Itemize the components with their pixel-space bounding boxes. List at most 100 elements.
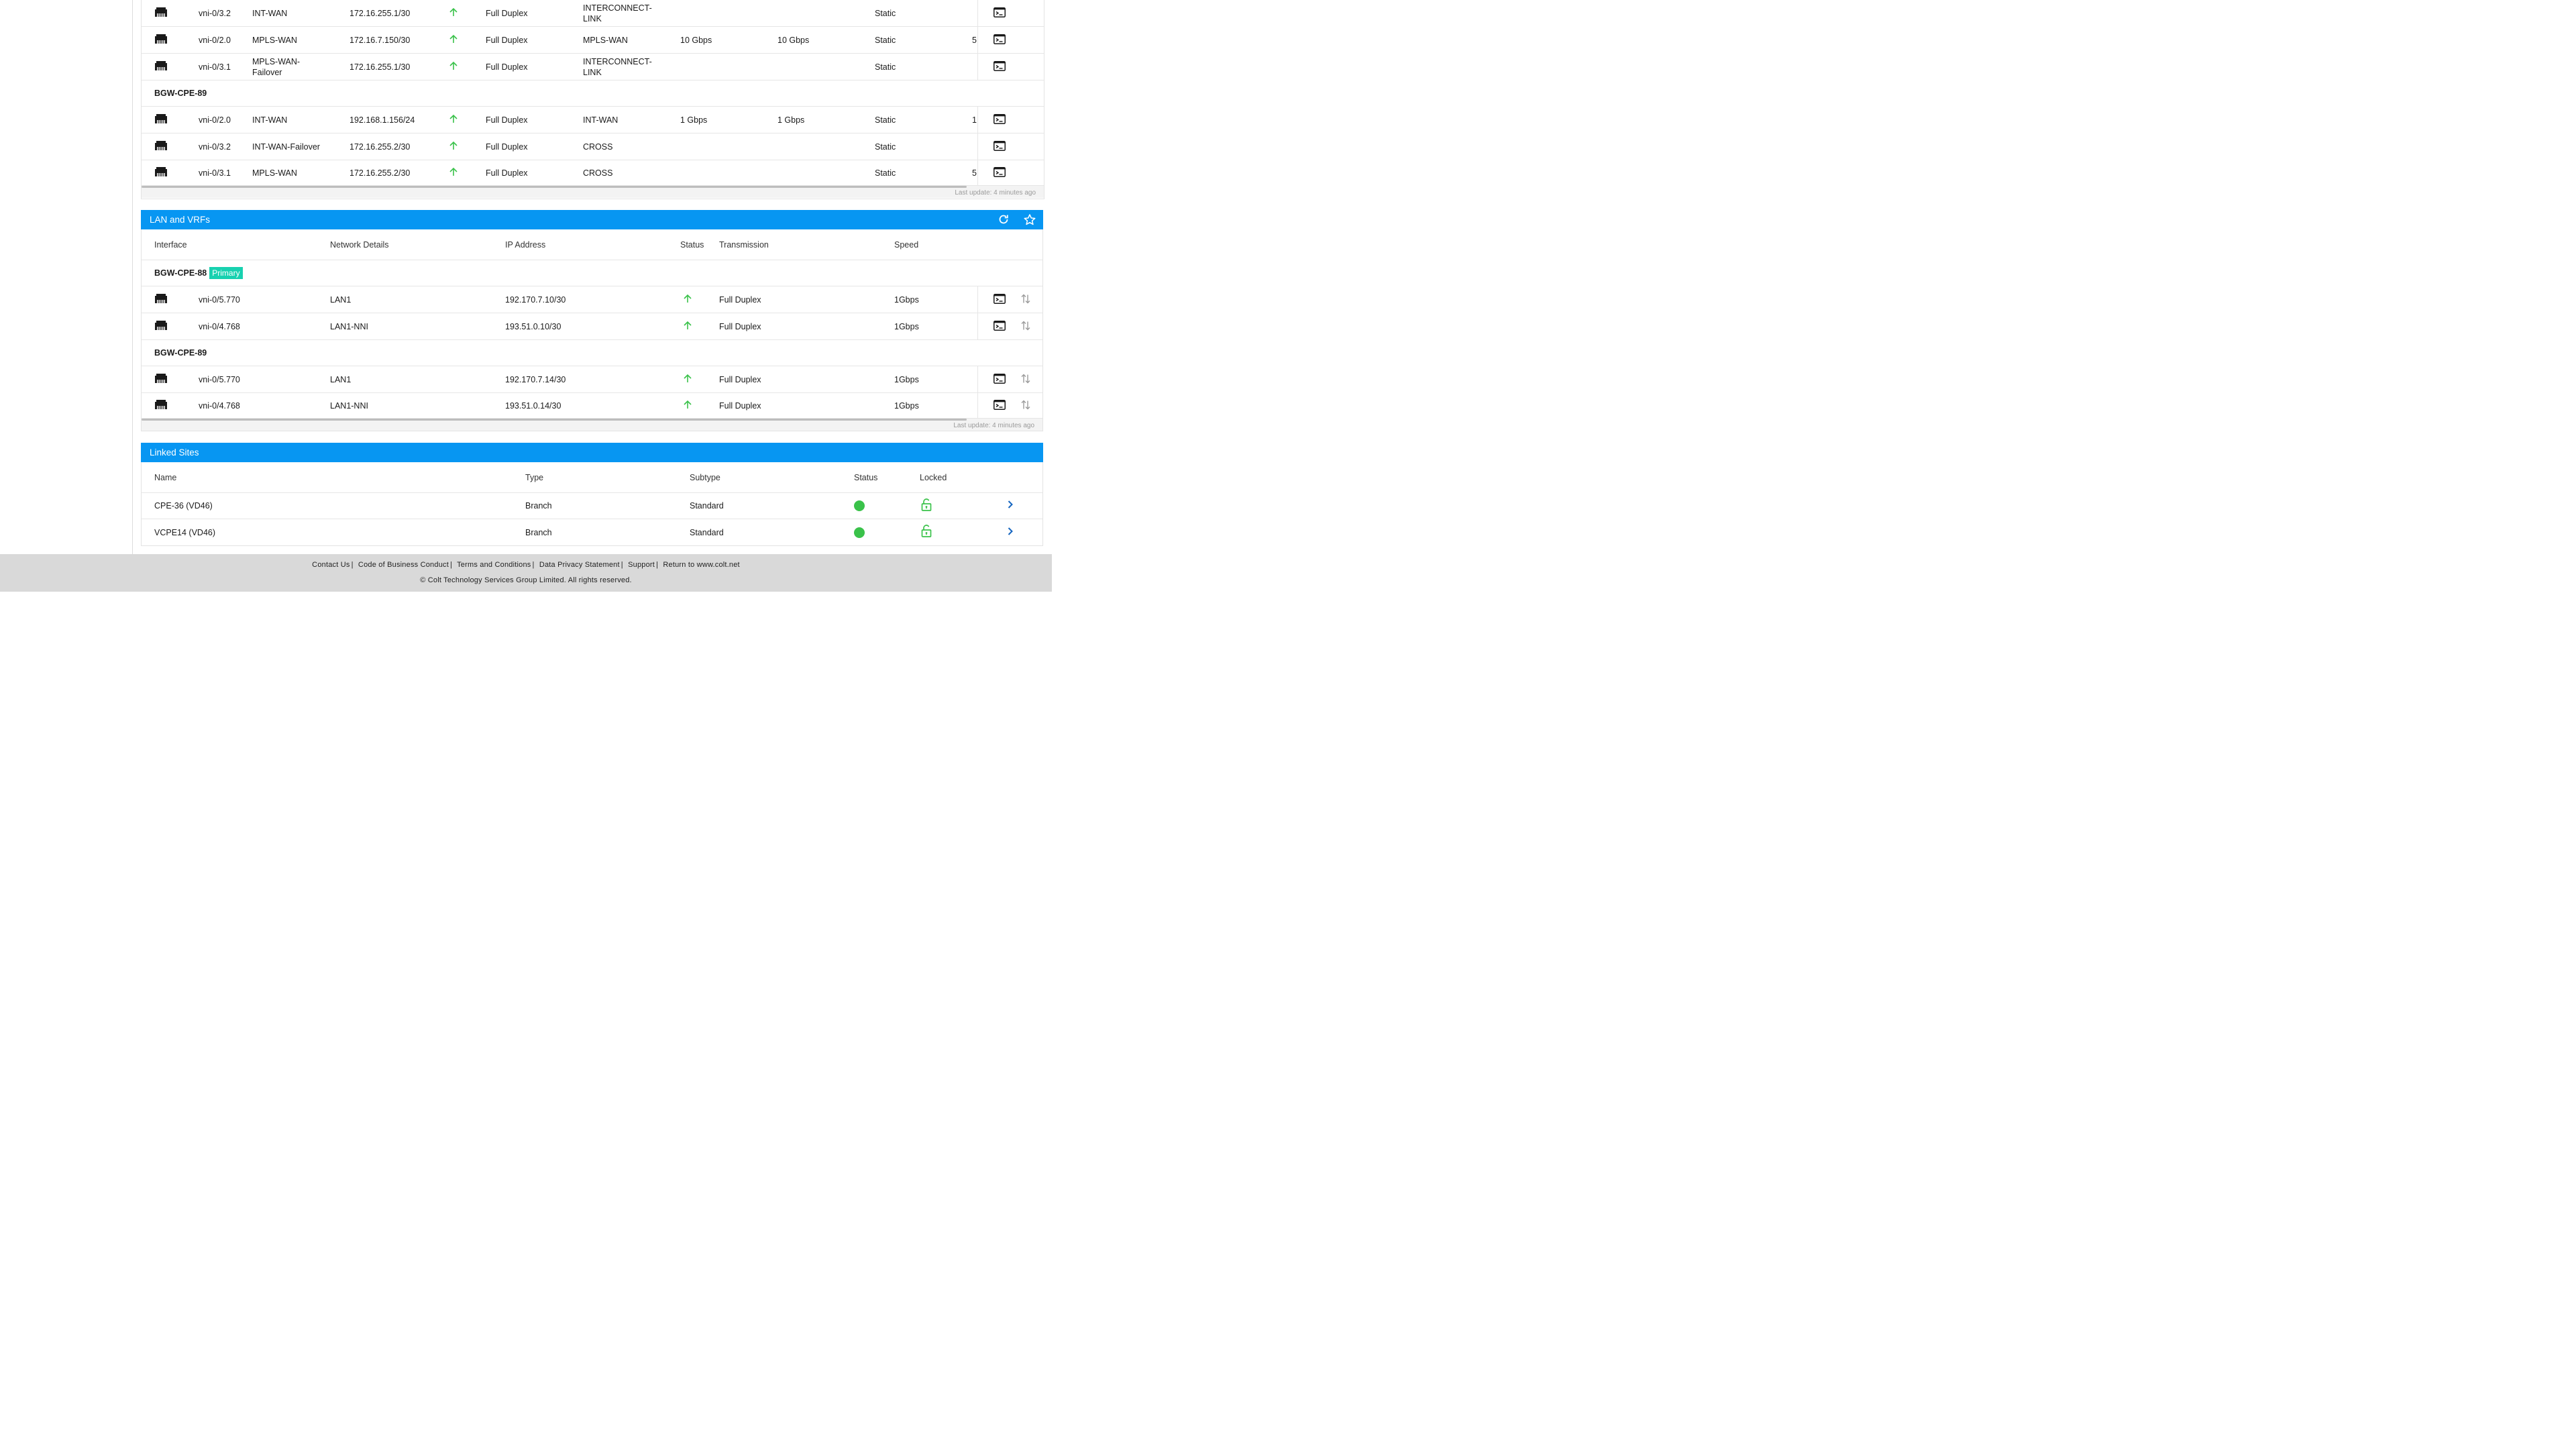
ip-cell: 192.170.7.14/30 bbox=[505, 374, 566, 384]
site-type: Branch bbox=[525, 527, 552, 537]
network-cell: MPLS-WAN bbox=[252, 168, 297, 178]
swap-arrows-icon[interactable] bbox=[1020, 399, 1031, 412]
arrow-up-icon bbox=[449, 61, 458, 73]
ip-cell: 193.51.0.14/30 bbox=[505, 400, 561, 411]
scrollbar-thumb[interactable] bbox=[142, 419, 967, 421]
column-header-speed[interactable]: Speed bbox=[894, 229, 918, 260]
site-name[interactable]: VCPE14 (VD46) bbox=[154, 519, 215, 545]
interface-cell: vni-0/3.2 bbox=[199, 8, 231, 18]
interface-cell: vni-0/2.0 bbox=[199, 35, 231, 45]
group-row: BGW-CPE-89 bbox=[142, 80, 1044, 107]
interface-cell: vni-0/4.768 bbox=[199, 400, 240, 411]
terminal-icon[interactable] bbox=[994, 113, 1006, 126]
network-cell: LAN1-NNI bbox=[330, 321, 368, 331]
group-row: BGW-CPE-89 bbox=[142, 340, 1042, 366]
horizontal-scrollbar[interactable]: Last update: 4 minutes ago bbox=[142, 185, 1044, 198]
actions-column bbox=[977, 27, 1044, 53]
panel-title: Linked Sites bbox=[150, 447, 199, 458]
linked-sites-panel: Linked Sites Name Type Subtype Status Lo… bbox=[141, 443, 1043, 546]
interface-cell: vni-0/2.0 bbox=[199, 115, 231, 125]
transmission-cell: Full Duplex bbox=[486, 62, 528, 72]
last-update: Last update: 4 minutes ago bbox=[953, 422, 1034, 429]
footer-link-contact-us[interactable]: Contact Us bbox=[312, 561, 350, 569]
network-cell: INT-WAN bbox=[252, 8, 288, 18]
footer-separator: | bbox=[351, 561, 354, 569]
terminal-icon[interactable] bbox=[994, 373, 1006, 386]
interface-cell: vni-0/3.2 bbox=[199, 142, 231, 152]
footer-copyright: © Colt Technology Services Group Limited… bbox=[420, 576, 632, 584]
swap-arrows-icon[interactable] bbox=[1020, 293, 1031, 306]
ethernet-port-icon bbox=[154, 293, 168, 307]
column-header-transmission[interactable]: Transmission bbox=[719, 229, 769, 260]
terminal-icon[interactable] bbox=[994, 166, 1006, 179]
ip-cell: 172.16.255.2/30 bbox=[350, 168, 411, 178]
footer-link-privacy[interactable]: Data Privacy Statement bbox=[539, 561, 620, 569]
transmission-cell: Full Duplex bbox=[486, 35, 528, 45]
column-header-locked[interactable]: Locked bbox=[920, 462, 947, 492]
network-cell: MPLS-WAN bbox=[252, 35, 297, 45]
terminal-icon[interactable] bbox=[994, 140, 1006, 153]
horizontal-scrollbar[interactable]: Last update: 4 minutes ago bbox=[142, 418, 1042, 431]
column-header-type[interactable]: Type bbox=[525, 462, 543, 492]
arrow-up-icon bbox=[449, 7, 458, 19]
interface-cell: vni-0/3.1 bbox=[199, 62, 231, 72]
extra-cell: 5 bbox=[972, 35, 977, 45]
terminal-icon[interactable] bbox=[994, 7, 1006, 19]
footer-link-terms[interactable]: Terms and Conditions bbox=[457, 561, 531, 569]
group-row: BGW-CPE-88 Primary bbox=[142, 260, 1042, 286]
lan-vrfs-panel: LAN and VRFs Interface Network Details I… bbox=[141, 210, 1043, 431]
refresh-icon[interactable] bbox=[998, 214, 1009, 227]
unlocked-padlock-icon bbox=[921, 525, 932, 540]
terminal-icon[interactable] bbox=[994, 34, 1006, 46]
footer-link-code-of-conduct[interactable]: Code of Business Conduct bbox=[358, 561, 449, 569]
table-row: vni-0/2.0 MPLS-WAN 172.16.7.150/30 Full … bbox=[142, 27, 1044, 54]
terminal-icon[interactable] bbox=[994, 60, 1006, 73]
arrow-up-icon bbox=[449, 114, 458, 126]
swap-arrows-icon[interactable] bbox=[1020, 373, 1031, 386]
column-header-status[interactable]: Status bbox=[680, 229, 704, 260]
interface-cell: vni-0/5.770 bbox=[199, 374, 240, 384]
site-subtype: Standard bbox=[690, 501, 724, 511]
transmission-cell: Full Duplex bbox=[719, 294, 761, 305]
ethernet-port-icon bbox=[154, 60, 168, 74]
network-cell: INT-WAN-Failover bbox=[252, 142, 320, 152]
primary-badge: Primary bbox=[209, 267, 243, 279]
column-header-network[interactable]: Network Details bbox=[330, 229, 389, 260]
transmission-cell: Full Duplex bbox=[486, 142, 528, 152]
interface-cell: vni-0/3.1 bbox=[199, 168, 231, 178]
star-icon[interactable] bbox=[1024, 214, 1036, 227]
actions-column bbox=[977, 313, 1044, 339]
speed-cell: 1Gbps bbox=[894, 321, 919, 331]
site-name[interactable]: CPE-36 (VD46) bbox=[154, 493, 213, 519]
terminal-icon[interactable] bbox=[994, 399, 1006, 412]
linked-site-row[interactable]: VCPE14 (VD46) Branch Standard bbox=[142, 519, 1042, 545]
chevron-right-icon[interactable] bbox=[1007, 527, 1014, 539]
scrollbar-thumb[interactable] bbox=[142, 186, 967, 188]
table-row: vni-0/3.2 INT-WAN 172.16.255.1/30 Full D… bbox=[142, 0, 1044, 27]
chevron-right-icon[interactable] bbox=[1007, 500, 1014, 512]
arrow-up-icon bbox=[683, 294, 692, 306]
arrow-up-icon bbox=[449, 141, 458, 153]
ip-cell: 172.16.7.150/30 bbox=[350, 35, 411, 45]
column-header-subtype[interactable]: Subtype bbox=[690, 462, 720, 492]
footer-link-support[interactable]: Support bbox=[628, 561, 655, 569]
mode-cell: Static bbox=[875, 8, 896, 18]
swap-arrows-icon[interactable] bbox=[1020, 320, 1031, 333]
footer-link-colt-website[interactable]: Return to www.colt.net bbox=[663, 561, 739, 569]
last-update: Last update: 4 minutes ago bbox=[955, 189, 1036, 197]
linked-site-row[interactable]: CPE-36 (VD46) Branch Standard bbox=[142, 493, 1042, 519]
terminal-icon[interactable] bbox=[994, 320, 1006, 333]
group-name: BGW-CPE-88 bbox=[154, 268, 207, 278]
column-header-ip[interactable]: IP Address bbox=[505, 229, 545, 260]
column-header-status[interactable]: Status bbox=[854, 462, 877, 492]
actions-column bbox=[977, 160, 1044, 185]
actions-column bbox=[977, 393, 1044, 418]
speed-cell: 1Gbps bbox=[894, 374, 919, 384]
unlocked-padlock-icon bbox=[921, 498, 932, 514]
actions-column bbox=[977, 286, 1044, 313]
column-header-row: Name Type Subtype Status Locked bbox=[142, 462, 1042, 493]
ethernet-port-icon bbox=[154, 34, 168, 47]
terminal-icon[interactable] bbox=[994, 293, 1006, 306]
column-header-name[interactable]: Name bbox=[154, 462, 176, 492]
column-header-interface[interactable]: Interface bbox=[154, 229, 187, 260]
